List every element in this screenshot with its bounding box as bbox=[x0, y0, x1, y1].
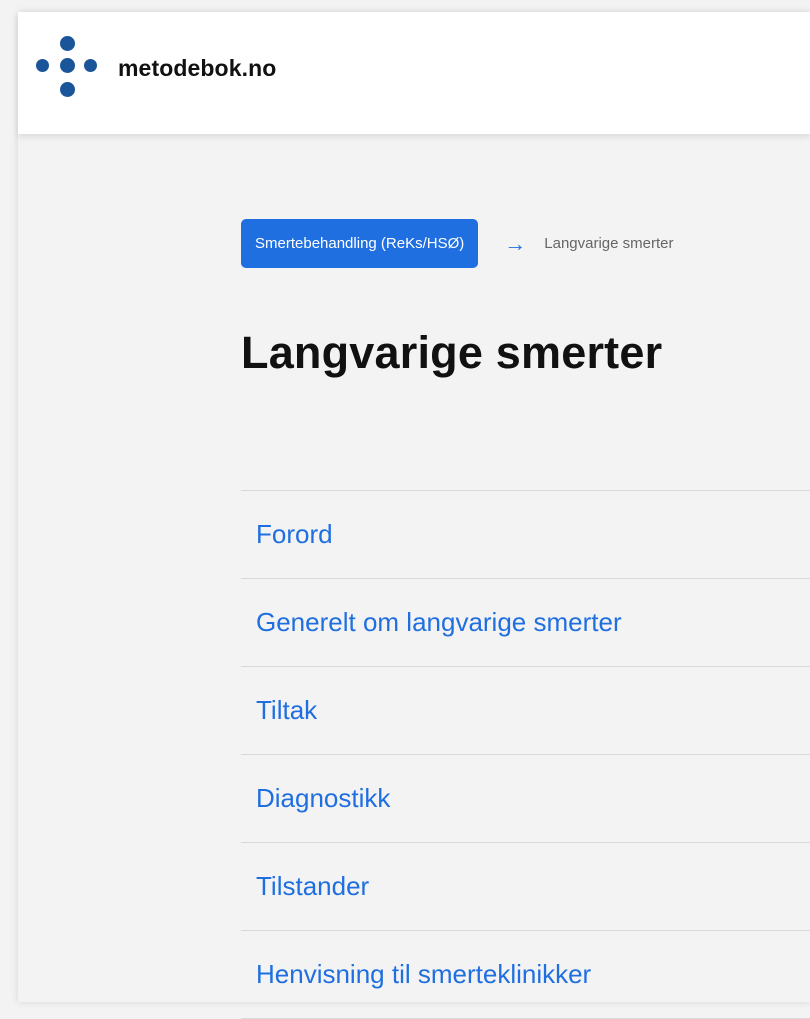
arrow-right-icon: → bbox=[504, 230, 527, 256]
toc-link-tiltak[interactable]: Tiltak bbox=[241, 695, 317, 726]
site-name: metodebok.no bbox=[118, 54, 277, 81]
table-of-contents: Forord Generelt om langvarige smerter Ti… bbox=[241, 490, 810, 1019]
page-title: Langvarige smerter bbox=[241, 327, 663, 378]
site-logo-link[interactable]: metodebok.no bbox=[34, 34, 276, 102]
toc-item: Forord bbox=[241, 491, 810, 579]
metodebok-logo-icon bbox=[34, 34, 102, 102]
breadcrumb-current: Langvarige smerter bbox=[544, 235, 674, 252]
breadcrumb: Smertebehandling (ReKs/HSØ) → Langvarige… bbox=[241, 219, 674, 268]
site-header: metodebok.no bbox=[18, 12, 810, 134]
toc-item: Tiltak bbox=[241, 667, 810, 755]
toc-item: Tilstander bbox=[241, 843, 810, 931]
toc-link-forord[interactable]: Forord bbox=[241, 519, 333, 550]
toc-item: Generelt om langvarige smerter bbox=[241, 579, 810, 667]
toc-link-diagnostikk[interactable]: Diagnostikk bbox=[241, 783, 390, 814]
page-frame: metodebok.no Smertebehandling (ReKs/HSØ)… bbox=[18, 12, 810, 1019]
toc-item: Henvisning til smerteklinikker bbox=[241, 931, 810, 1019]
toc-link-generelt[interactable]: Generelt om langvarige smerter bbox=[241, 607, 622, 638]
toc-link-henvisning[interactable]: Henvisning til smerteklinikker bbox=[241, 959, 591, 990]
toc-item: Diagnostikk bbox=[241, 755, 810, 843]
breadcrumb-parent-link[interactable]: Smertebehandling (ReKs/HSØ) bbox=[241, 219, 479, 268]
toc-link-tilstander[interactable]: Tilstander bbox=[241, 871, 369, 902]
